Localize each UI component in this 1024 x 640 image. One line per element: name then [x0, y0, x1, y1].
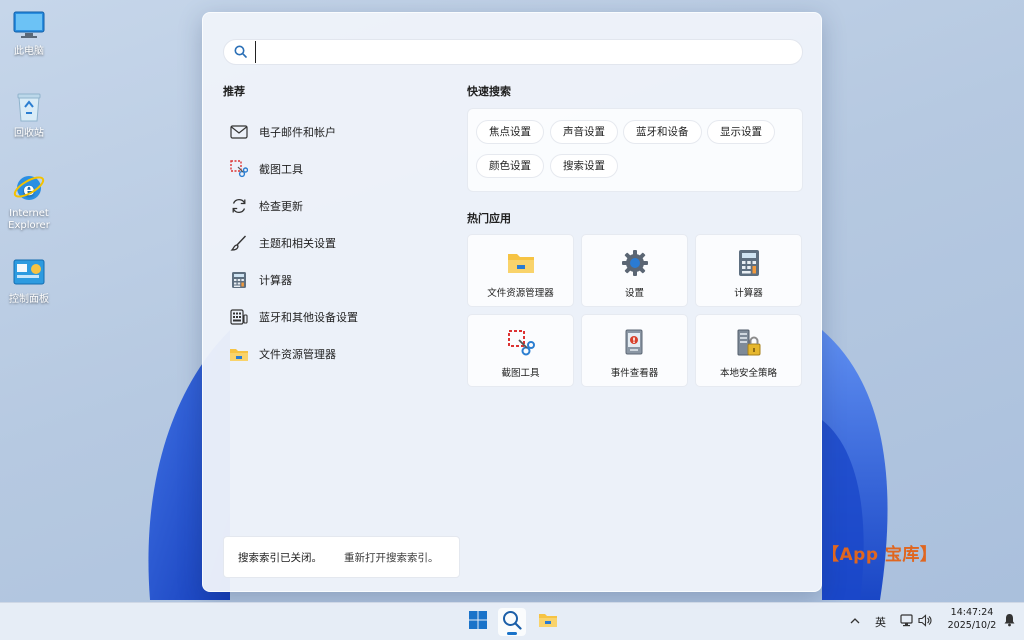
- monitor-icon: [12, 8, 46, 42]
- chip-search-settings[interactable]: 搜索设置: [550, 154, 618, 178]
- desktop-icon-recycle-bin[interactable]: 回收站: [0, 90, 58, 140]
- clock-time: 14:47:24: [950, 607, 994, 618]
- recommended-item-label: 文件资源管理器: [259, 347, 336, 361]
- event-viewer-icon: [621, 329, 649, 357]
- search-input[interactable]: [255, 41, 795, 63]
- search-index-notice: 搜索索引已关闭。 重新打开搜索索引。: [223, 536, 460, 578]
- app-tile-label: 设置: [624, 288, 644, 299]
- volume-icon[interactable]: [918, 614, 932, 630]
- chevron-up-icon: [850, 618, 860, 624]
- recommended-title: 推荐: [223, 85, 245, 98]
- search-box[interactable]: [223, 39, 803, 65]
- folder-icon: [229, 344, 249, 364]
- chip-display-settings[interactable]: 显示设置: [707, 120, 775, 144]
- app-tile-local-security-policy[interactable]: 本地安全策略: [695, 314, 802, 387]
- recommended-item-label: 检查更新: [259, 199, 303, 213]
- recommended-item-email[interactable]: 电子邮件和帐户: [223, 113, 453, 150]
- recommended-item-label: 蓝牙和其他设备设置: [259, 310, 358, 324]
- desktop-icon-label: 控制面板: [9, 294, 49, 305]
- clock-date: 2025/10/2: [947, 620, 997, 631]
- recommended-item-file-explorer[interactable]: 文件资源管理器: [223, 335, 453, 372]
- chip-color-settings[interactable]: 颜色设置: [476, 154, 544, 178]
- keyboard-devices-icon: [229, 307, 249, 327]
- taskbar-search-button[interactable]: [498, 608, 526, 636]
- calculator-icon: [229, 270, 249, 290]
- security-policy-icon: [735, 329, 763, 357]
- notification-bell-icon[interactable]: [1003, 613, 1016, 630]
- tray-overflow-chevron[interactable]: [850, 615, 860, 628]
- recommended-item-label: 主题和相关设置: [259, 236, 336, 250]
- top-apps-title: 热门应用: [467, 212, 511, 225]
- recommended-item-label: 截图工具: [259, 162, 303, 176]
- quick-search-box: 焦点设置 声音设置 蓝牙和设备 显示设置 颜色设置 搜索设置: [467, 108, 803, 192]
- app-tile-event-viewer[interactable]: 事件查看器: [581, 314, 688, 387]
- app-tile-calculator[interactable]: 计算器: [695, 234, 802, 307]
- network-icon[interactable]: [900, 614, 914, 630]
- desktop-icon-label: 回收站: [14, 128, 44, 139]
- chip-focus-settings[interactable]: 焦点设置: [476, 120, 544, 144]
- recommended-item-check-updates[interactable]: 检查更新: [223, 187, 453, 224]
- recommended-item-snipping-tool[interactable]: 截图工具: [223, 150, 453, 187]
- reopen-search-index-link[interactable]: 重新打开搜索索引。: [344, 550, 439, 565]
- mail-icon: [229, 122, 249, 142]
- recommended-item-bluetooth-devices[interactable]: 蓝牙和其他设备设置: [223, 298, 453, 335]
- gear-icon: [621, 249, 649, 277]
- snipping-tool-icon: [229, 159, 249, 179]
- chip-bluetooth-devices[interactable]: 蓝牙和设备: [623, 120, 702, 144]
- taskbar-file-explorer-button[interactable]: [534, 608, 562, 636]
- recommended-item-calculator[interactable]: 计算器: [223, 261, 453, 298]
- recycle-bin-icon: [12, 90, 46, 124]
- system-clock[interactable]: 14:47:24 2025/10/2: [944, 606, 1000, 632]
- recommended-item-label: 计算器: [259, 273, 292, 287]
- app-tile-file-explorer[interactable]: 文件资源管理器: [467, 234, 574, 307]
- app-tile-label: 计算器: [734, 288, 763, 299]
- file-explorer-icon: [538, 612, 558, 632]
- brush-icon: [229, 233, 249, 253]
- search-icon: [234, 43, 247, 62]
- search-index-status: 搜索索引已关闭。: [238, 551, 322, 564]
- app-tile-snipping-tool[interactable]: 截图工具: [467, 314, 574, 387]
- watermark: 【App 宝库】: [822, 545, 938, 565]
- search-icon: [502, 610, 522, 634]
- control-panel-icon: [12, 256, 46, 290]
- desktop-icon-this-pc[interactable]: 此电脑: [0, 8, 58, 58]
- app-tile-label: 事件查看器: [610, 368, 659, 379]
- calculator-icon: [735, 249, 763, 277]
- desktop-icon-internet-explorer[interactable]: e Internet Explorer: [0, 170, 58, 232]
- active-indicator: [507, 632, 517, 635]
- desktop-icon-control-panel[interactable]: 控制面板: [0, 256, 58, 306]
- recommended-item-theme-settings[interactable]: 主题和相关设置: [223, 224, 453, 261]
- windows-start-icon: [469, 611, 487, 633]
- app-tile-label: 文件资源管理器: [487, 288, 554, 299]
- app-tile-settings[interactable]: 设置: [581, 234, 688, 307]
- recommended-item-label: 电子邮件和帐户: [259, 125, 336, 139]
- folder-icon: [507, 249, 535, 277]
- input-language-indicator[interactable]: 英: [875, 614, 886, 630]
- app-tile-label: 本地安全策略: [719, 368, 777, 379]
- chip-sound-settings[interactable]: 声音设置: [550, 120, 618, 144]
- app-tile-label: 截图工具: [501, 368, 540, 379]
- quick-search-title: 快速搜索: [467, 85, 511, 98]
- taskbar: 英: [0, 602, 1024, 640]
- search-panel: 推荐 电子邮件和帐户 截图工具 检查更新 主题和相关设置 计算器 蓝牙和其他设备…: [202, 12, 822, 592]
- internet-explorer-icon: e: [12, 170, 46, 204]
- desktop-icon-label: 此电脑: [14, 46, 44, 57]
- recommended-list: 电子邮件和帐户 截图工具 检查更新 主题和相关设置 计算器 蓝牙和其他设备设置 …: [223, 113, 453, 372]
- snipping-tool-icon: [507, 329, 535, 357]
- desktop-icon-label: Internet Explorer: [8, 208, 50, 231]
- refresh-icon: [229, 196, 249, 216]
- start-button[interactable]: [464, 608, 492, 636]
